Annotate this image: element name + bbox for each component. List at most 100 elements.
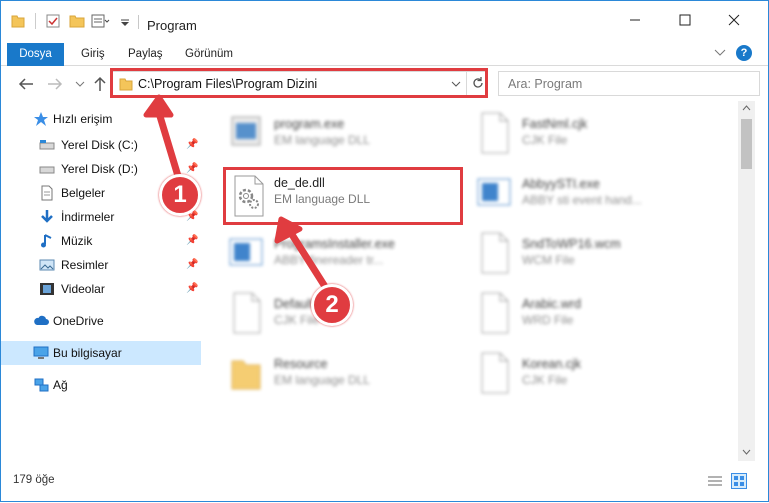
tab-share[interactable]: Paylaş	[116, 43, 175, 66]
network-icon	[34, 378, 49, 392]
back-arrow-icon	[18, 78, 33, 90]
sidebar-label: Ağ	[53, 378, 68, 392]
sidebar-label: Videolar	[61, 282, 105, 296]
pin-icon: 📌	[186, 259, 199, 270]
pin-icon: 📌	[186, 163, 199, 174]
pin-icon: 📌	[186, 283, 199, 294]
vertical-scrollbar[interactable]	[738, 101, 755, 461]
close-button[interactable]	[711, 5, 757, 35]
generic-file-icon	[481, 352, 509, 394]
sidebar-label: Resimler	[61, 258, 109, 272]
sidebar-item-pictures[interactable]: Resimler 📌	[1, 253, 201, 277]
up-button[interactable]	[91, 75, 109, 93]
scrollbar-thumb[interactable]	[741, 119, 752, 169]
folder-icon	[231, 360, 261, 390]
tab-view[interactable]: Görünüm	[173, 43, 245, 66]
cloud-icon	[34, 315, 49, 325]
properties-icon[interactable]	[45, 13, 61, 29]
status-bar: 179 öğe	[1, 461, 768, 501]
file-name: SndToWP16.wcm	[522, 237, 621, 251]
sidebar-item-quick-access[interactable]: Hızlı erişim	[1, 107, 201, 131]
scroll-up-icon[interactable]	[742, 105, 751, 111]
sidebar-item-onedrive[interactable]: OneDrive	[1, 309, 201, 333]
generic-file-icon	[481, 232, 509, 274]
file-type: WRD File	[522, 313, 574, 327]
file-type: CJK File	[522, 373, 568, 387]
sidebar-label: İndirmeler	[61, 210, 115, 224]
back-button[interactable]	[17, 75, 35, 93]
file-item-korean-cjk[interactable]: Korean.cjk CJK File	[454, 347, 694, 401]
customize-toolbar-icon[interactable]	[119, 13, 131, 29]
explorer-window: Program Dosya Giriş Paylaş Görünüm ? C:\…	[0, 0, 769, 502]
file-type: WCM File	[522, 253, 575, 267]
item-count: 179 öğe	[13, 474, 55, 486]
sidebar-item-videos[interactable]: Videolar 📌	[1, 277, 201, 301]
details-view-icon[interactable]	[707, 475, 723, 489]
file-name: Korean.cjk	[522, 357, 582, 371]
maximize-button[interactable]	[662, 5, 708, 35]
new-folder-icon[interactable]	[69, 13, 85, 29]
executable-icon	[231, 116, 261, 146]
tab-file[interactable]: Dosya	[7, 43, 64, 66]
sidebar-label: Yerel Disk (D:)	[61, 162, 138, 176]
sidebar-label: Müzik	[61, 234, 93, 248]
search-input[interactable]: Ara: Program	[498, 71, 760, 96]
maximize-icon	[679, 14, 691, 26]
pin-icon: 📌	[186, 139, 199, 150]
file-name: FastNml.cjk	[522, 117, 588, 131]
file-item-programsinstaller[interactable]: ProgramsInstaller.exe ABBY finereader tr…	[206, 227, 446, 281]
sidebar-item-drive-c[interactable]: Yerel Disk (C:) 📌	[1, 133, 201, 157]
forward-arrow-icon	[48, 78, 63, 90]
file-type: CJK File	[522, 133, 568, 147]
file-type: ABBY sti event hand...	[522, 193, 642, 207]
sidebar-item-network[interactable]: Ağ	[1, 373, 201, 397]
sidebar-item-this-pc[interactable]: Bu bilgisayar	[1, 341, 201, 365]
window-title: Program	[147, 18, 197, 33]
chevron-down-icon	[75, 81, 85, 87]
up-arrow-icon	[94, 76, 106, 91]
sidebar-item-music[interactable]: Müzik 📌	[1, 229, 201, 253]
download-icon	[41, 210, 53, 223]
sidebar-label: OneDrive	[53, 314, 104, 328]
documents-icon	[41, 185, 53, 201]
pictures-icon	[39, 259, 55, 271]
file-item-de-de-dll[interactable]: de_de.dll EM language DLL	[223, 167, 463, 225]
close-icon	[728, 14, 740, 26]
file-name: program.exe	[274, 117, 345, 131]
address-highlight-box	[110, 68, 488, 98]
file-type: CJK File	[274, 313, 320, 327]
minimize-button[interactable]	[612, 5, 658, 35]
file-item-resource[interactable]: Resource EM language DLL	[206, 347, 446, 401]
file-item-program-exe[interactable]: program.exe EM language DLL	[206, 107, 446, 161]
forward-button[interactable]	[46, 75, 64, 93]
generic-file-icon	[233, 292, 261, 334]
view-options-icon[interactable]	[91, 13, 111, 29]
navigation-bar: C:\Program Files\Program Dizini Ara: Pro…	[1, 67, 768, 101]
file-item-arabic-wrd[interactable]: Arabic.wrd WRD File	[454, 287, 694, 341]
navigation-pane: Hızlı erişim Yerel Disk (C:) 📌 Yerel Dis…	[1, 101, 206, 461]
minimize-icon	[630, 19, 640, 21]
toolbar-separator	[35, 13, 36, 29]
ribbon-tabs: Dosya Giriş Paylaş Görünüm ?	[1, 39, 768, 66]
star-icon	[34, 112, 48, 126]
file-item-sndtowp16[interactable]: SndToWP16.wcm WCM File	[454, 227, 694, 281]
step-badge-2: 2	[311, 284, 353, 326]
tab-home[interactable]: Giriş	[69, 43, 117, 66]
scroll-down-icon[interactable]	[742, 449, 751, 455]
generic-file-icon	[481, 112, 509, 154]
installer-icon	[229, 238, 263, 266]
step-badge-1: 1	[159, 174, 201, 216]
sidebar-label: Belgeler	[61, 186, 106, 200]
file-name: ProgramsInstaller.exe	[274, 237, 395, 251]
sidebar-label: Hızlı erişim	[53, 112, 113, 126]
large-icons-view-icon[interactable]	[731, 473, 747, 489]
expand-ribbon-icon[interactable]	[714, 47, 726, 61]
file-item-abbyysti[interactable]: AbbyySTI.exe ABBY sti event hand...	[454, 167, 694, 221]
file-item-fastnml[interactable]: FastNml.cjk CJK File	[454, 107, 694, 161]
title-separator	[138, 15, 139, 29]
dll-gear-icon	[234, 175, 264, 217]
recent-locations-button[interactable]	[71, 75, 89, 93]
help-icon[interactable]: ?	[736, 45, 752, 61]
sidebar-label: Bu bilgisayar	[53, 346, 122, 360]
generic-file-icon	[481, 292, 509, 334]
